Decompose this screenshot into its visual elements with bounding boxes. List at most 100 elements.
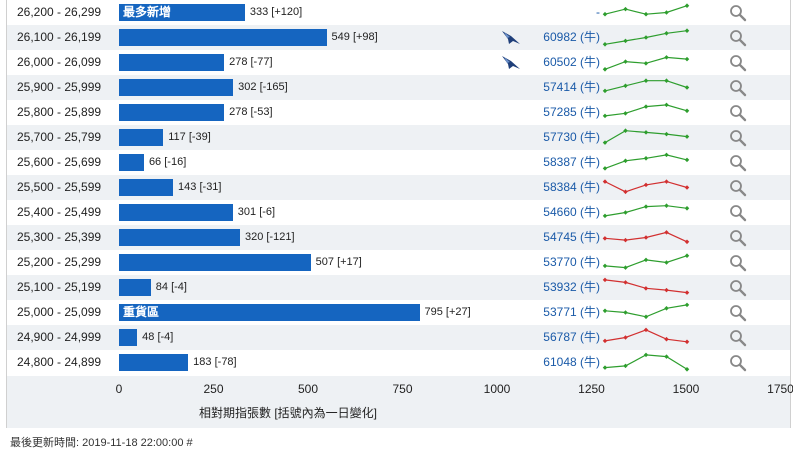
- warrant-code-link[interactable]: 61048 (牛): [543, 350, 600, 375]
- warrant-code-link[interactable]: 57414 (牛): [543, 75, 600, 100]
- table-row: 26,000 - 26,099 278 [-77] 60502 (牛): [7, 50, 790, 75]
- magnifier-icon[interactable]: [729, 254, 747, 272]
- sparkline-point: [623, 335, 628, 340]
- sparkline-point: [602, 308, 608, 314]
- magnifier-icon[interactable]: [729, 179, 747, 197]
- sparkline-point: [643, 104, 649, 109]
- bar-change: [-165]: [259, 81, 288, 93]
- trend-sparkline: [602, 277, 690, 295]
- magnifier-icon[interactable]: [729, 54, 747, 72]
- sparkline-point: [643, 130, 649, 135]
- sparkline-point: [684, 239, 690, 245]
- trend-sparkline: [602, 78, 690, 94]
- x-axis-tick-label: 750: [392, 382, 413, 396]
- sparkline-point: [684, 185, 690, 190]
- bar-value: 301: [237, 206, 257, 218]
- bar-change: [-4]: [157, 331, 174, 343]
- sparkline-point: [684, 206, 690, 211]
- bar-value: 278: [229, 56, 248, 68]
- x-axis-tick-label: 0: [115, 382, 123, 396]
- warrant-code-link[interactable]: 57730 (牛): [543, 125, 600, 150]
- price-range-label: 25,500 - 25,599: [17, 180, 102, 194]
- trend-sparkline: [602, 3, 690, 17]
- sparkline-point: [623, 158, 628, 164]
- bar-change: [+17]: [337, 256, 362, 268]
- sparkline-point: [623, 59, 628, 64]
- sparkline-point: [664, 306, 669, 311]
- warrant-code-link[interactable]: 53771 (牛): [543, 300, 600, 325]
- bar: [119, 229, 240, 246]
- bar-value: 278: [229, 106, 248, 118]
- price-range-label: 26,100 - 26,199: [17, 30, 102, 44]
- sparkline-point: [602, 179, 608, 184]
- bar: [119, 79, 234, 96]
- bar-change: [-4]: [171, 281, 187, 293]
- bar: [119, 179, 174, 196]
- magnifier-icon[interactable]: [729, 229, 747, 247]
- x-axis-tick-label: 1000: [483, 382, 511, 396]
- magnifier-icon[interactable]: [729, 304, 747, 322]
- table-row: 24,800 - 24,899 183 [-78] 61048 (牛): [7, 350, 790, 375]
- bar-value-label: 117 [-39]: [168, 125, 211, 150]
- sparkline-point: [664, 131, 669, 137]
- bar-value-label: 333 [+120]: [250, 0, 302, 25]
- magnifier-icon[interactable]: [729, 279, 747, 297]
- warrant-code-link[interactable]: 53932 (牛): [543, 275, 600, 300]
- bar: [119, 104, 225, 121]
- magnifier-icon[interactable]: [729, 129, 747, 147]
- sparkline-point: [643, 352, 649, 358]
- sparkline-point: [623, 237, 628, 243]
- bar-value: 333: [249, 6, 269, 18]
- magnifier-icon[interactable]: [729, 79, 747, 97]
- magnifier-icon[interactable]: [729, 4, 747, 22]
- sparkline-point: [664, 287, 669, 293]
- magnifier-icon[interactable]: [729, 154, 747, 172]
- magnifier-icon[interactable]: [729, 329, 747, 347]
- magnifier-icon[interactable]: [729, 354, 747, 372]
- magnifier-icon[interactable]: [729, 104, 747, 122]
- sparkline-point: [602, 67, 608, 72]
- bar-value: 549: [331, 31, 350, 43]
- bar: [119, 129, 164, 146]
- table-row: 25,500 - 25,599 143 [-31] 58384 (牛): [7, 175, 790, 200]
- warrant-code-link[interactable]: 53770 (牛): [543, 250, 600, 275]
- bar-value-label: 278 [-77]: [229, 50, 272, 75]
- sparkline-point: [643, 78, 649, 83]
- sparkline-point: [602, 236, 608, 241]
- x-axis-tick-label: 250: [203, 382, 224, 396]
- table-row: 26,200 - 26,299 最多新增 333 [+120] -: [7, 0, 790, 25]
- sparkline-point: [602, 213, 608, 219]
- warrant-code-link[interactable]: 54660 (牛): [543, 200, 600, 225]
- bar-value: 48: [142, 331, 155, 343]
- magnifier-icon[interactable]: [729, 204, 747, 222]
- warrant-code-link[interactable]: 54745 (牛): [543, 225, 600, 250]
- warrant-code-link[interactable]: 60982 (牛): [543, 25, 600, 50]
- bar: [119, 354, 189, 371]
- bar-value-label: 66 [-16]: [149, 150, 186, 175]
- warrant-code-link[interactable]: 58384 (牛): [543, 175, 600, 200]
- bar-value-label: 795 [+27]: [425, 300, 471, 325]
- sparkline-point: [664, 78, 669, 83]
- sparkline-point: [602, 166, 608, 171]
- sparkline-point: [684, 134, 690, 139]
- sparkline-point: [643, 286, 649, 291]
- warrant-code-link[interactable]: 56787 (牛): [543, 325, 600, 350]
- sparkline-point: [643, 182, 649, 188]
- warrant-code-link[interactable]: 58387 (牛): [543, 150, 600, 175]
- bird-logo-icon: [502, 56, 520, 69]
- sparkline-point: [664, 260, 669, 265]
- bar-value-label: 507 [+17]: [316, 250, 362, 275]
- bird-logo-icon: [502, 31, 520, 44]
- bar-value-label: 549 [+98]: [332, 25, 378, 50]
- sparkline-point: [664, 55, 669, 60]
- magnifier-icon[interactable]: [729, 29, 747, 47]
- sparkline-point: [623, 280, 628, 285]
- sparkline-point: [684, 302, 690, 308]
- table-row: 24,900 - 24,999 48 [-4] 56787 (牛): [7, 325, 790, 350]
- bar: [119, 204, 233, 221]
- bar: [119, 54, 225, 71]
- price-range-label: 25,800 - 25,899: [17, 105, 102, 119]
- x-axis-tick-label: 1750: [767, 382, 793, 396]
- warrant-code-link[interactable]: 60502 (牛): [543, 50, 600, 75]
- warrant-code-link[interactable]: 57285 (牛): [543, 100, 600, 125]
